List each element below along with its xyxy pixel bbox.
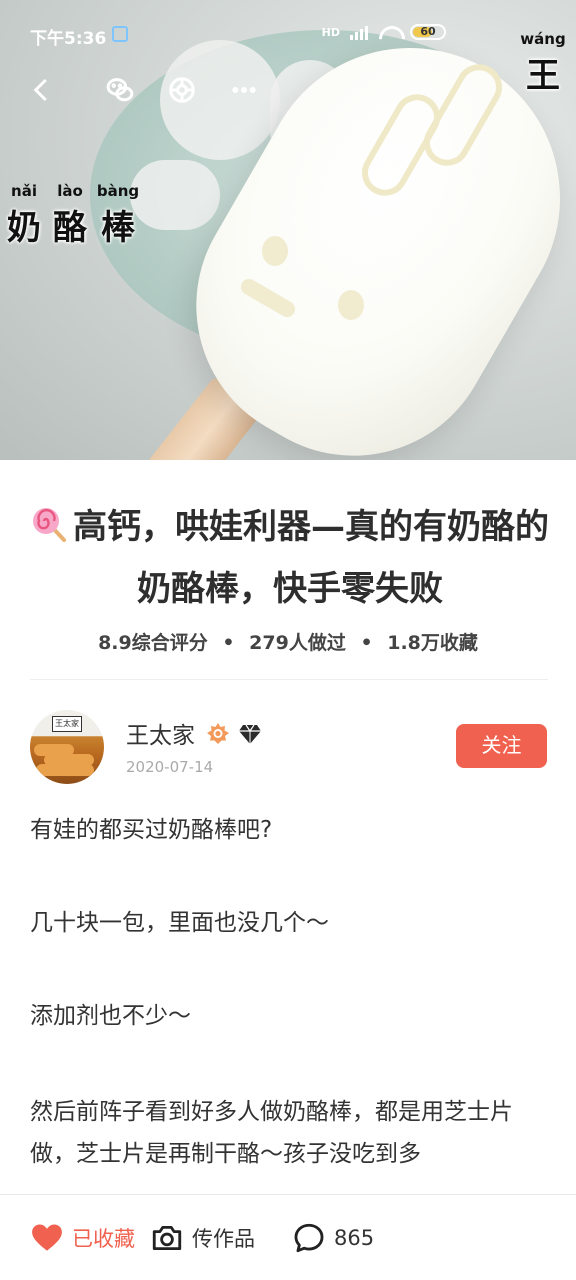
battery-level: 60 bbox=[420, 25, 436, 38]
chinese-char: 奶 bbox=[7, 208, 41, 248]
description-paragraph: 几十块一包，里面也没几个～ bbox=[30, 910, 329, 936]
signal-icon bbox=[350, 24, 368, 40]
upload-work-button[interactable]: 传作品 bbox=[150, 1221, 255, 1255]
watermark: wáng 王 bbox=[518, 30, 568, 97]
divider bbox=[30, 679, 548, 680]
description-paragraph: 然后前阵子看到好多人做奶酪棒，都是用芝士片做，芝士片是再制干酪～孩子没吃到多 bbox=[30, 1099, 513, 1167]
comment-button[interactable]: 865 bbox=[292, 1221, 374, 1255]
chef-level-icon bbox=[207, 723, 229, 744]
comment-icon bbox=[294, 1223, 324, 1253]
status-indicators: HD 60 bbox=[322, 24, 446, 40]
saved-count-stat: 1.8万收藏 bbox=[387, 632, 478, 654]
camera-icon bbox=[152, 1225, 182, 1251]
recipe-cover-image: 下午5:36 HD 60 nǎi 奶 lào 酪 bàng 棒 wáng 王 bbox=[0, 0, 576, 460]
favorite-button[interactable]: 已收藏 bbox=[30, 1221, 135, 1255]
notification-app-icon bbox=[112, 26, 128, 42]
battery-icon: 60 bbox=[410, 24, 446, 40]
chinese-char: 王 bbox=[526, 56, 560, 96]
heart-icon bbox=[32, 1224, 62, 1251]
upload-work-label: 传作品 bbox=[192, 1227, 255, 1251]
chinese-char: 酪 bbox=[53, 208, 87, 248]
made-count-stat: 279人做过 bbox=[249, 632, 346, 654]
publish-date: 2020-07-14 bbox=[126, 758, 214, 776]
overlay-word-char: lào 酪 bbox=[50, 182, 90, 249]
bottom-action-bar: 已收藏 传作品 865 bbox=[0, 1194, 576, 1280]
background-popsicle bbox=[130, 160, 220, 230]
wifi-icon bbox=[378, 24, 400, 40]
author-name[interactable]: 王太家 bbox=[126, 716, 195, 750]
top-navigation bbox=[0, 70, 576, 114]
description-paragraph: 添加剂也不少～ bbox=[30, 1003, 191, 1029]
follow-button[interactable]: 关注 bbox=[456, 724, 547, 768]
avatar-bread bbox=[36, 764, 94, 776]
favorite-label: 已收藏 bbox=[72, 1227, 135, 1251]
more-icon[interactable] bbox=[224, 70, 264, 110]
recipe-stats: 8.9综合评分 • 279人做过 • 1.8万收藏 bbox=[0, 628, 576, 655]
overlay-word-char: nǎi 奶 bbox=[4, 182, 44, 249]
author-avatar[interactable]: 王太家 bbox=[30, 710, 104, 784]
popsicle-eye bbox=[262, 236, 288, 266]
popsicle-eye bbox=[338, 290, 364, 320]
comment-count: 865 bbox=[334, 1226, 375, 1250]
pinyin-label: bàng bbox=[96, 182, 140, 200]
diamond-icon bbox=[239, 724, 261, 744]
overlay-word-char: bàng 棒 bbox=[96, 182, 140, 249]
network-type: HD bbox=[321, 25, 340, 39]
recipe-title: 高钙，哄娃利器—真的有奶酪的奶酪棒，快手零失败 bbox=[30, 496, 550, 620]
status-bar: 下午5:36 HD 60 bbox=[0, 18, 576, 50]
moments-share-icon[interactable] bbox=[162, 70, 202, 110]
back-icon[interactable] bbox=[22, 70, 62, 110]
chinese-char: 棒 bbox=[101, 208, 135, 248]
avatar-sign: 王太家 bbox=[52, 716, 82, 732]
stat-separator: • bbox=[360, 632, 373, 654]
description-paragraph: 有娃的都买过奶酪棒吧? bbox=[30, 817, 273, 843]
lollipop-icon bbox=[33, 508, 66, 542]
pinyin-label: lào bbox=[57, 182, 83, 200]
recipe-description: 有娃的都买过奶酪棒吧? 几十块一包，里面也没几个～ 添加剂也不少～ 然后前阵子看… bbox=[30, 812, 550, 1175]
wechat-share-icon[interactable] bbox=[100, 70, 140, 110]
pinyin-label: nǎi bbox=[11, 182, 37, 200]
stat-separator: • bbox=[222, 632, 235, 654]
recipe-title-text: 高钙，哄娃利器—真的有奶酪的奶酪棒，快手零失败 bbox=[73, 507, 549, 609]
pinyin-label: wáng bbox=[520, 30, 566, 48]
status-time: 下午5:36 bbox=[30, 29, 107, 49]
rating-stat: 8.9综合评分 bbox=[98, 632, 208, 654]
